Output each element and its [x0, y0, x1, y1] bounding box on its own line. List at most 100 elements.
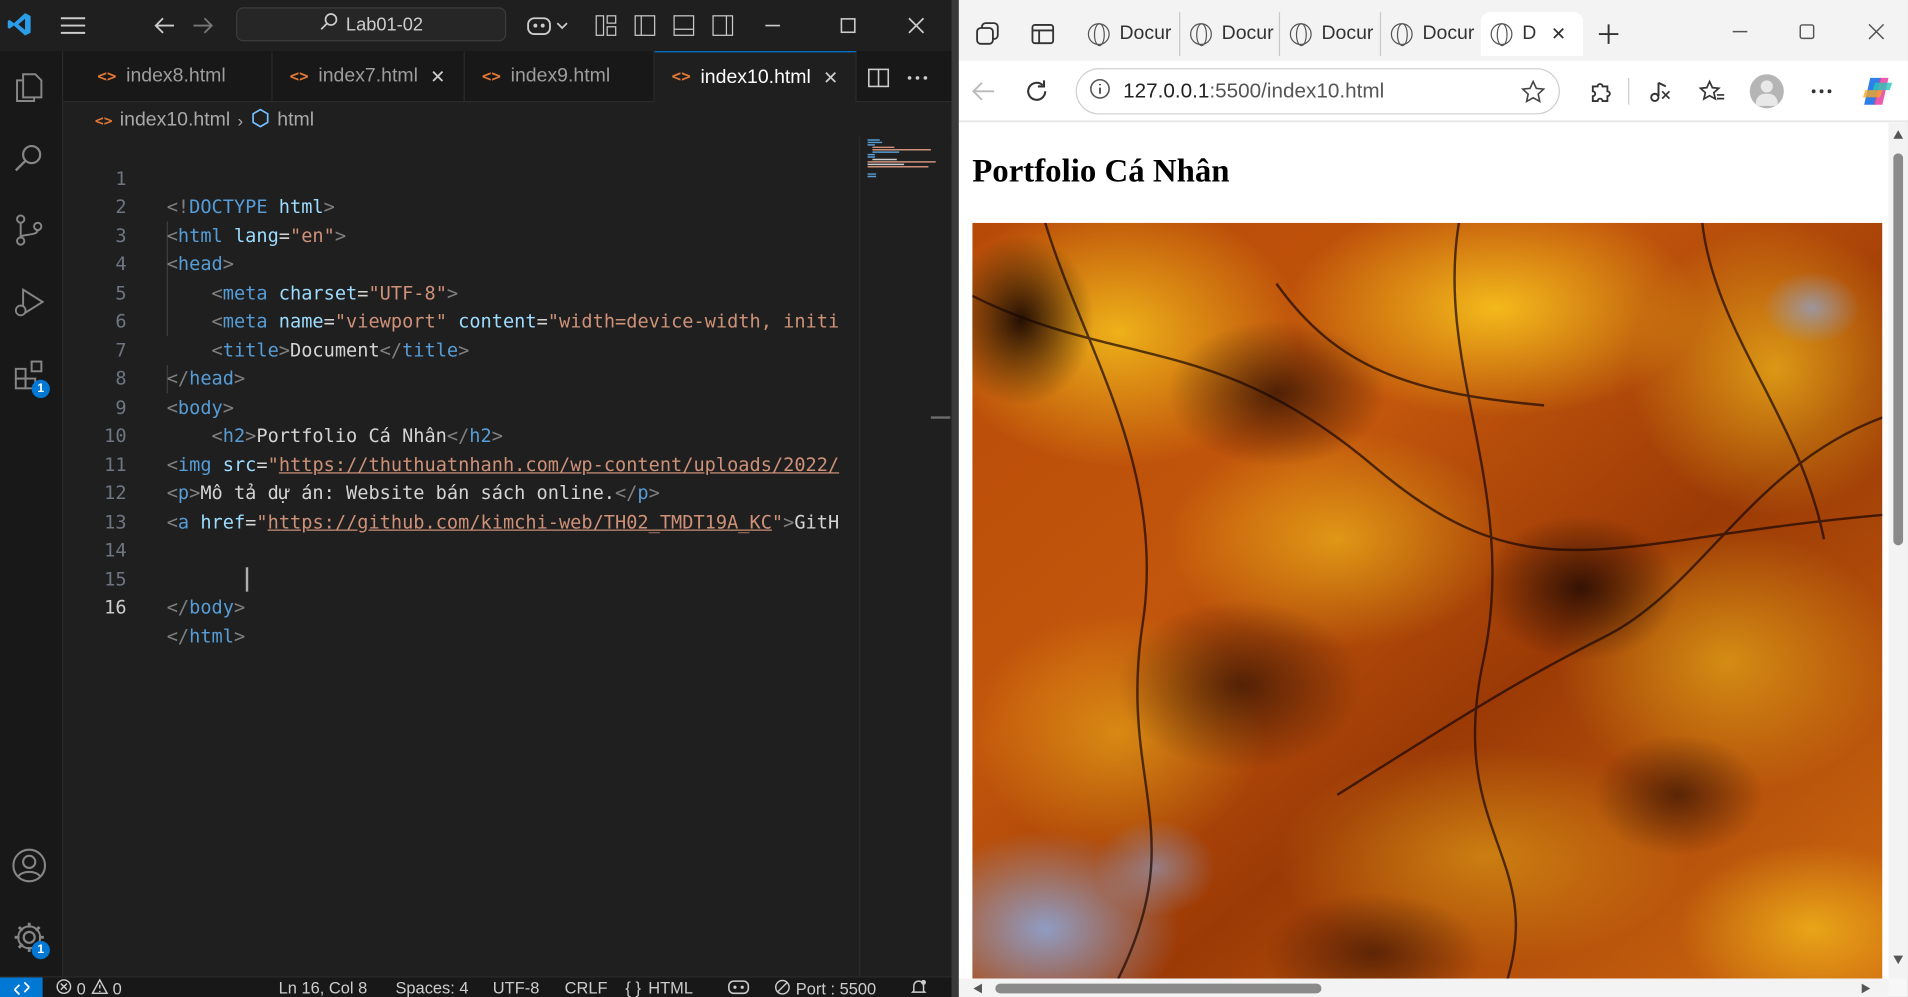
tab-index8[interactable]: <> index8.html	[80, 51, 273, 103]
code-line: 2 <html lang="en">	[63, 165, 859, 247]
breadcrumb-file[interactable]: index10.html	[120, 110, 230, 132]
toggle-secondary-sidebar-icon[interactable]	[709, 12, 736, 39]
browser-tab-active[interactable]: D ✕	[1480, 12, 1584, 56]
code-line: 4 <meta charset="UTF-8">	[63, 222, 859, 304]
vscode-titlebar: Lab01-02	[0, 0, 952, 52]
browser-tab[interactable]: Docur	[1280, 12, 1382, 56]
vertical-scrollbar[interactable]	[1888, 122, 1908, 979]
scroll-left-arrow-icon[interactable]	[973, 983, 982, 994]
back-arrow-icon[interactable]	[969, 77, 998, 106]
copilot-icon[interactable]	[523, 11, 572, 40]
cursor-position[interactable]: Ln 16, Col 8	[279, 979, 368, 997]
maximize-icon[interactable]	[1792, 17, 1821, 46]
token: </	[166, 596, 190, 619]
line-number: 16	[104, 596, 127, 619]
minimap[interactable]	[859, 136, 952, 977]
new-tab-icon[interactable]	[1594, 19, 1623, 48]
reload-icon[interactable]	[1022, 77, 1051, 106]
scroll-right-arrow-icon[interactable]	[1861, 983, 1871, 994]
tab-actions-icon[interactable]	[1028, 19, 1057, 48]
accounts-icon[interactable]	[10, 846, 49, 885]
forward-arrow-icon[interactable]	[190, 12, 217, 39]
close-tab-icon[interactable]: ✕	[823, 66, 838, 89]
vscode-window: Lab01-02 1 1 <> index8.html <> index7.ht…	[0, 0, 952, 997]
favorites-icon[interactable]	[1697, 77, 1726, 106]
token: html	[189, 625, 234, 647]
url-path: :5500/index10.html	[1209, 79, 1385, 103]
code-editor[interactable]: 1 <!DOCTYPE html> 2 <html lang="en"> 3 <…	[63, 136, 860, 977]
remote-indicator-icon[interactable]	[0, 977, 43, 997]
maximize-icon[interactable]	[835, 12, 862, 39]
tab-index7[interactable]: <> index7.html ✕	[273, 51, 465, 103]
scroll-down-arrow-icon[interactable]	[1893, 955, 1904, 965]
address-bar[interactable]: 127.0.0.1:5500/index10.html	[1075, 68, 1560, 115]
live-server-port[interactable]: Port : 5500	[774, 979, 876, 997]
warning-count: 0	[112, 979, 122, 997]
page-heading: Portfolio Cá Nhân	[972, 152, 1230, 189]
close-window-icon[interactable]	[903, 12, 930, 39]
copilot-icon[interactable]	[1859, 74, 1896, 108]
search-sidebar-icon[interactable]	[10, 139, 49, 178]
code-line: 6 <title>Document</title>	[63, 279, 859, 361]
back-arrow-icon[interactable]	[151, 12, 178, 39]
layout-customize-icon[interactable]	[593, 12, 620, 39]
token: </	[166, 625, 190, 647]
source-control-icon[interactable]	[10, 211, 49, 250]
minimize-icon[interactable]	[759, 12, 786, 39]
profile-avatar[interactable]	[1749, 74, 1784, 109]
globe-icon	[1289, 23, 1312, 47]
copilot-status-icon[interactable]	[728, 979, 750, 997]
browser-tab[interactable]: Docur	[1381, 12, 1481, 56]
tab-index9[interactable]: <> index9.html	[465, 51, 655, 103]
tab-label: index7.html	[318, 65, 418, 87]
token: body	[189, 596, 234, 619]
tab-index10[interactable]: <> index10.html ✕	[654, 51, 857, 103]
horizontal-scroll-thumb[interactable]	[995, 983, 1322, 994]
problems-indicator[interactable]: 0 0	[56, 978, 122, 997]
window-divider	[951, 0, 959, 997]
more-actions-icon[interactable]	[905, 66, 929, 90]
language-mode[interactable]: { } HTML	[625, 979, 693, 997]
browser-toolbar: 127.0.0.1:5500/index10.html	[958, 60, 1908, 122]
vscode-logo-icon	[5, 10, 34, 39]
breadcrumb: <> index10.html › html	[95, 107, 314, 134]
command-center-search[interactable]: Lab01-02	[236, 7, 507, 42]
toggle-panel-icon[interactable]	[670, 12, 697, 39]
explorer-icon[interactable]	[10, 68, 49, 107]
language-label: HTML	[648, 978, 694, 997]
favorite-star-icon[interactable]	[1520, 79, 1547, 112]
browser-tab[interactable]: Docur	[1078, 12, 1181, 56]
warning-icon	[90, 978, 108, 997]
toggle-primary-sidebar-icon[interactable]	[632, 12, 659, 39]
scroll-up-arrow-icon[interactable]	[1893, 130, 1904, 139]
close-window-icon[interactable]	[1862, 17, 1891, 46]
menu-icon[interactable]	[58, 12, 87, 39]
browser-tab[interactable]: Docur	[1180, 12, 1281, 56]
close-tab-icon[interactable]: ✕	[1551, 23, 1566, 45]
search-label: Lab01-02	[345, 13, 424, 35]
read-aloud-icon[interactable]	[1645, 77, 1674, 106]
split-editor-icon[interactable]	[866, 66, 890, 90]
site-info-icon[interactable]	[1089, 77, 1111, 105]
notifications-bell-icon[interactable]	[910, 979, 927, 997]
code-line: 14	[63, 508, 859, 561]
close-tab-icon[interactable]: ✕	[430, 66, 445, 88]
eol-setting[interactable]: CRLF	[565, 979, 608, 997]
encoding-setting[interactable]: UTF-8	[493, 979, 540, 997]
workspaces-icon[interactable]	[973, 19, 1002, 48]
code-line: 7 </head>	[63, 308, 859, 390]
browser-tab-label: Docur	[1422, 23, 1475, 44]
token: >	[233, 625, 246, 647]
settings-more-icon[interactable]	[1807, 77, 1836, 106]
html-file-icon: <>	[481, 67, 501, 86]
run-debug-icon[interactable]	[10, 282, 49, 321]
indentation-setting[interactable]: Spaces: 4	[395, 979, 468, 997]
html-file-icon: <>	[97, 67, 117, 86]
breadcrumb-symbol[interactable]: html	[277, 110, 314, 132]
horizontal-scrollbar[interactable]	[958, 978, 1889, 997]
extensions-puzzle-icon[interactable]	[1585, 77, 1614, 106]
minimize-icon[interactable]	[1725, 17, 1754, 46]
code-line: 9 <h2>Portfolio Cá Nhân</h2>	[63, 365, 859, 447]
browser-tab-label: Docur	[1321, 23, 1374, 44]
vertical-scroll-thumb[interactable]	[1893, 153, 1904, 546]
